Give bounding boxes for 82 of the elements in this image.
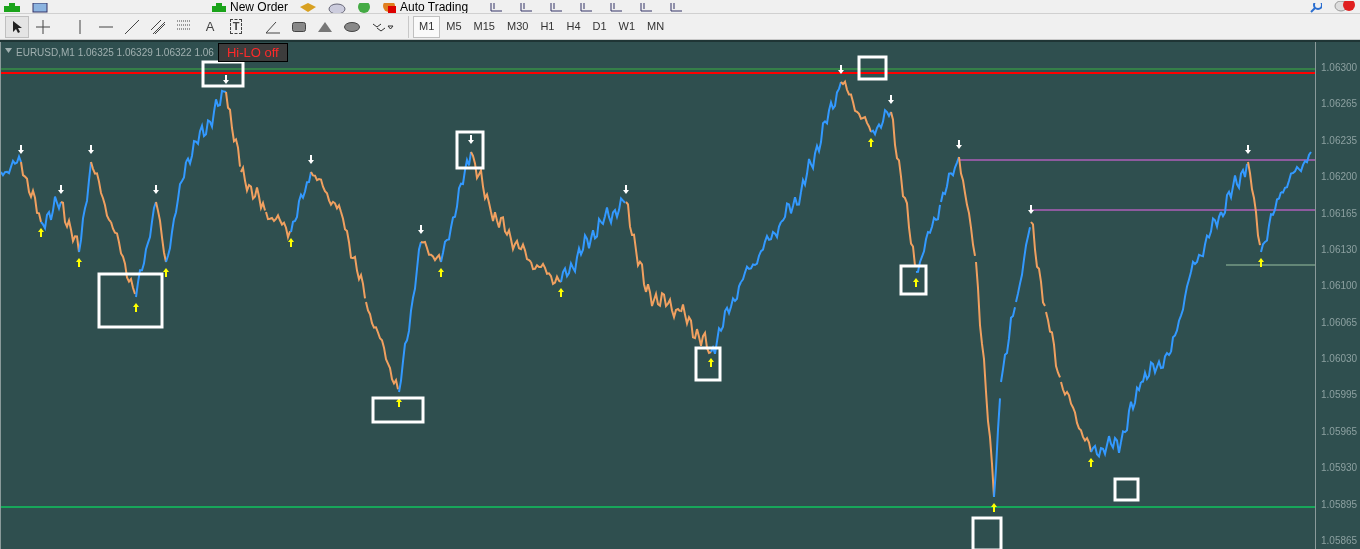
down-arrow-icon [468,135,474,144]
triangle-icon [318,21,332,32]
price-axis-label: 1.05995 [1320,389,1359,402]
price-axis-label: 1.06265 [1320,98,1359,111]
up-arrow-icon [438,268,444,277]
cursor-icon [11,19,23,34]
drawing-tool-button[interactable]: T [224,15,248,38]
up-arrow-icon [868,138,874,147]
down-arrow-icon [838,65,844,74]
down-arrow-icon [18,145,24,154]
timeframe-tab[interactable]: M1 [413,15,441,38]
price-axis-label: 1.06300 [1320,62,1359,74]
text-tool-label: A [205,17,215,36]
timeframe-tab[interactable]: H4 [560,15,587,38]
price-axis-label: 1.05895 [1320,498,1359,511]
up-arrow-icon [991,503,997,512]
timeframe-tab[interactable]: MN [641,15,671,38]
down-arrow-icon [1028,205,1034,214]
up-arrow-icon [1258,258,1264,267]
down-arrow-icon [956,140,962,149]
text-label-tool: T [229,19,243,34]
up-arrow-icon [133,303,139,312]
down-arrow-icon [308,155,314,164]
price-axis-label: 1.06130 [1320,243,1359,256]
highlight-box [201,60,245,88]
price-axis-label: 1.05930 [1320,462,1359,475]
timeframe-tab[interactable]: M5 [440,15,468,38]
trend-line-icon [125,19,139,34]
timeframe-tab[interactable]: M30 [500,15,535,38]
vertical-line-icon [79,19,81,34]
down-arrow-icon [153,185,159,194]
highlight-box [371,396,425,424]
drawing-tool-button[interactable] [5,15,29,38]
channel-icon [151,19,165,34]
up-arrow-icon [708,358,714,367]
price-axis-label: 1.06235 [1320,134,1359,147]
highlight-box [899,264,928,296]
up-arrow-icon [38,228,44,237]
window-icon[interactable] [32,3,48,13]
highlight-box [97,272,164,329]
horizontal-line-icon [99,25,113,28]
up-arrow-icon [558,288,564,297]
timeframe-tab[interactable]: H1 [534,15,561,38]
chart-header: EURUSD,M1 1.06325 1.06329 1.06322 1.06 [15,46,214,60]
highlight-box [1113,477,1140,502]
price-axis-label: 1.06100 [1320,280,1359,293]
up-arrow-icon [288,238,294,247]
up-arrow-icon [396,398,402,407]
up-arrow-icon [1088,458,1094,467]
highlight-box [971,516,1003,549]
highlight-box [455,130,485,170]
drawing-tool-button[interactable]: A [198,15,222,38]
price-axis-label: 1.05965 [1320,425,1359,438]
rectangle-icon [292,21,306,32]
new-order-button[interactable]: New Order [212,1,288,13]
ellipse-icon [344,21,360,32]
down-arrow-icon [1245,145,1251,154]
timeframe-tab[interactable]: W1 [612,15,642,38]
timeframe-tab[interactable]: D1 [586,15,613,38]
timeframe-tab[interactable]: M15 [467,15,501,38]
price-axis-label: 1.06165 [1320,207,1359,220]
plus-icon[interactable] [4,3,20,13]
plus-icon [212,3,226,13]
down-arrow-icon [88,145,94,154]
down-arrow-icon [223,75,229,84]
price-axis-label: 1.05865 [1320,534,1359,547]
crosshair-icon [36,19,50,34]
highlight-box [694,346,722,382]
down-arrow-icon [58,185,64,194]
down-arrow-icon [418,225,424,234]
highlight-box [857,55,888,81]
down-arrow-icon [623,185,629,194]
price-axis-label: 1.06030 [1320,353,1359,365]
dropdown-icon[interactable] [5,48,12,53]
price-axis-label: 1.06065 [1320,316,1359,329]
up-arrow-icon [163,268,169,277]
auto-trading-button[interactable]: Auto Trading [382,1,469,13]
angle-icon [266,19,280,34]
up-arrow-icon [76,258,82,267]
down-arrow-icon [888,95,894,104]
up-arrow-icon [913,278,919,287]
price-axis-label: 1.06200 [1320,171,1359,184]
